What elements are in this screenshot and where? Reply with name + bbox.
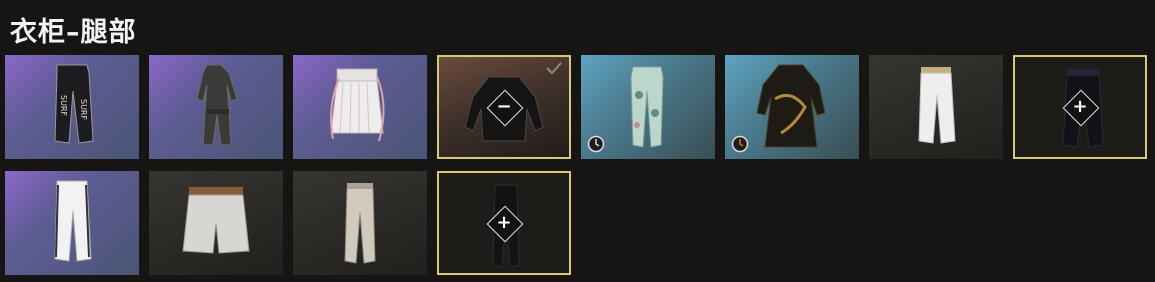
item-white-shorts[interactable] xyxy=(149,171,283,275)
checkmark-icon xyxy=(546,62,562,75)
item-white-striped-pants[interactable] xyxy=(5,171,139,275)
item-dark-jumpsuit[interactable] xyxy=(149,55,283,159)
item-surf-pants[interactable]: SURF SURF xyxy=(5,55,139,159)
shorts-icon xyxy=(182,187,250,254)
add-icon: + xyxy=(496,212,512,233)
item-white-pants[interactable] xyxy=(869,55,1003,159)
clock-icon xyxy=(731,135,749,153)
item-black-jacket-equipped[interactable]: − xyxy=(437,55,571,159)
khaki-pants-icon xyxy=(344,183,376,264)
item-khaki-pants[interactable] xyxy=(293,171,427,275)
surf-print-pants-icon: SURF SURF xyxy=(54,64,94,144)
dark-jumpsuit-icon xyxy=(196,64,238,146)
page-title: 衣柜–腿部 xyxy=(10,17,137,48)
item-black-pants-add[interactable]: + xyxy=(1013,55,1147,159)
white-pants-icon xyxy=(918,67,956,144)
item-floral-leggings[interactable] xyxy=(581,55,715,159)
add-icon: + xyxy=(1072,96,1088,117)
clock-icon xyxy=(587,135,605,153)
svg-text:SURF: SURF xyxy=(59,95,68,116)
pleated-skirt-icon xyxy=(330,68,385,142)
item-black-slim-pants-add[interactable]: + xyxy=(437,171,571,275)
item-dragon-dress[interactable] xyxy=(725,55,859,159)
svg-text:SURF: SURF xyxy=(79,99,88,120)
item-white-skirt[interactable] xyxy=(293,55,427,159)
striped-pants-icon xyxy=(54,180,92,262)
remove-icon: − xyxy=(496,96,512,117)
